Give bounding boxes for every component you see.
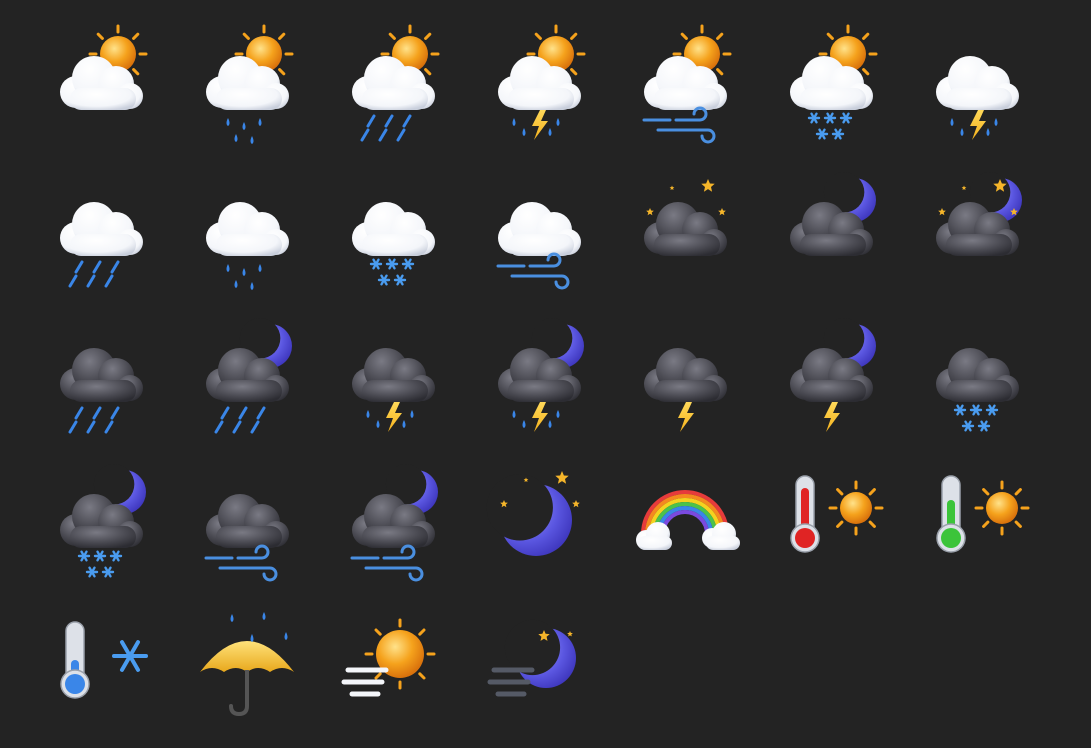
moon-dark-cloud-lightning-icon <box>776 314 886 432</box>
dark-cloud-wind-icon <box>192 460 302 582</box>
wind-shape <box>496 252 570 290</box>
weather-icon-grid <box>0 0 1091 748</box>
moon-dark-cloud-snow-icon <box>46 460 156 578</box>
moon-shape <box>504 619 576 688</box>
lightning-shape <box>532 402 548 432</box>
thermometer-shape <box>60 621 90 699</box>
thermometer-hot-sun-icon <box>776 460 886 570</box>
lightning-shape <box>532 110 548 140</box>
sun-cloud-rain-icon <box>338 22 448 142</box>
cloud-shape <box>60 202 143 256</box>
cloud-shape <box>936 348 1019 402</box>
cloud-shape <box>644 202 727 256</box>
snow-shape <box>807 112 853 140</box>
cloud-shape <box>60 348 143 402</box>
night-cloud-stars-icon <box>630 168 740 278</box>
moon-dark-cloud-wind-icon <box>338 460 448 582</box>
rainbow-icon <box>630 460 740 570</box>
moon-dark-cloud-rain-icon <box>192 314 302 434</box>
dark-cloud-snow-icon <box>922 314 1032 432</box>
raindrops-shape <box>226 118 262 144</box>
sun-cloud-drizzle-icon <box>192 22 302 144</box>
rain-streaks-shape <box>214 406 266 434</box>
thermometer-shape <box>790 475 820 553</box>
lightning-shape <box>386 402 402 432</box>
rain-streaks-shape <box>360 114 412 142</box>
sun-cloud-icon <box>46 22 156 132</box>
dark-cloud-rain-icon <box>46 314 156 434</box>
cloud-shape <box>352 348 435 402</box>
cloud-shape <box>206 202 289 256</box>
moon-dark-cloud-thunderstorm-icon <box>484 314 594 432</box>
sun-shape <box>364 618 436 690</box>
wind-shape <box>642 106 716 144</box>
cloud-thunderstorm-icon <box>922 22 1032 140</box>
lightning-shape <box>824 402 840 432</box>
sun-fog-icon <box>338 606 448 716</box>
moon-shape <box>486 474 572 556</box>
cloud-snow-icon <box>338 168 448 286</box>
dark-cloud-thunderstorm-icon <box>338 314 448 432</box>
crescent-moon-stars-icon <box>484 460 594 570</box>
wind-shape <box>350 544 424 582</box>
cloud-wind-icon <box>484 168 594 290</box>
sun-cloud-wind-icon <box>630 22 740 144</box>
rainbow-shape <box>636 490 740 550</box>
snow-shape <box>77 550 123 578</box>
moon-stars-dark-cloud-icon <box>922 168 1032 278</box>
sun-shape <box>974 480 1030 536</box>
cloud-shape <box>352 202 435 256</box>
thermometer-warm-sun-icon <box>922 460 1032 570</box>
lightning-shape <box>678 402 694 432</box>
wind-shape <box>204 544 278 582</box>
cloud-shape <box>206 494 289 548</box>
thermometer-shape <box>936 475 966 553</box>
raindrops-shape <box>226 264 262 290</box>
umbrella-shape <box>200 612 294 717</box>
rain-streaks-shape <box>68 260 120 288</box>
cloud-shape <box>498 202 581 256</box>
dark-cloud-lightning-icon <box>630 314 740 432</box>
cloud-drizzle-icon <box>192 168 302 290</box>
cloud-rain-icon <box>46 168 156 288</box>
thermometer-cold-snowflake-icon <box>46 606 156 716</box>
sun-cloud-thunderstorm-icon <box>484 22 594 140</box>
sun-shape <box>828 480 884 536</box>
cloud-shape <box>936 56 1019 110</box>
umbrella-rain-icon <box>192 606 302 717</box>
cloud-shape <box>644 348 727 402</box>
snow-shape <box>953 404 999 432</box>
sun-cloud-snow-icon <box>776 22 886 140</box>
rain-streaks-shape <box>68 406 120 434</box>
lightning-shape <box>970 110 986 140</box>
snow-shape <box>369 258 415 286</box>
snowflake-shape <box>112 640 148 672</box>
moon-dark-cloud-icon <box>776 168 886 278</box>
moon-fog-icon <box>484 606 594 716</box>
